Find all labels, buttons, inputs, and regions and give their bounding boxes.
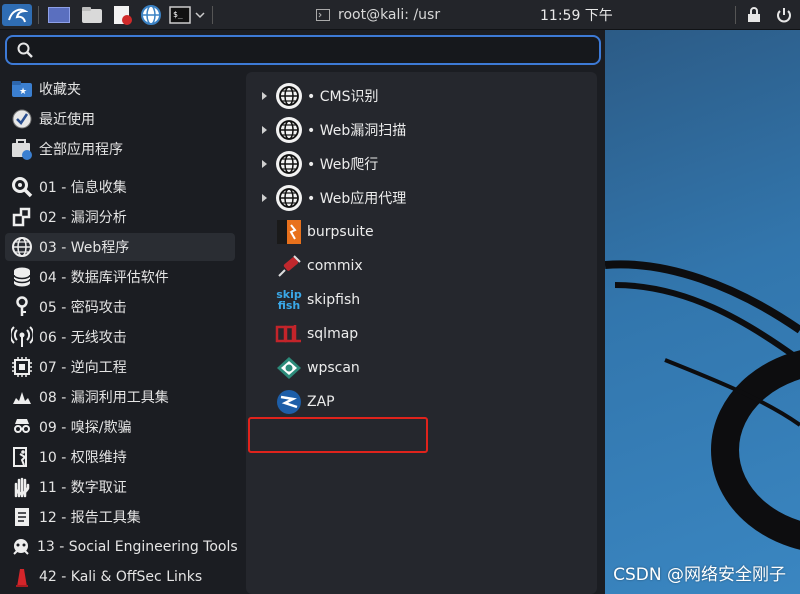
top-panel: $_ root@kali: /usr 11:59 下午: [0, 0, 800, 30]
app-commix[interactable]: commix: [274, 250, 363, 282]
expand-arrow-icon[interactable]: [256, 91, 274, 101]
app-wpscan[interactable]: wpscan: [274, 352, 360, 384]
window-title: root@kali: /usr: [338, 7, 441, 23]
category-02[interactable]: 02 - 漏洞分析: [5, 203, 235, 231]
app-skipfish[interactable]: skip fish skipfish: [274, 284, 360, 316]
app-web-vuln-scan-submenu[interactable]: • Web漏洞扫描: [256, 114, 406, 146]
recent-icon: [10, 107, 34, 131]
category-13[interactable]: 13 - Social Engineering Tools: [5, 533, 238, 561]
kali-links-icon: [10, 565, 34, 589]
web-apps-icon: [10, 235, 34, 259]
database-icon: [10, 265, 34, 289]
terminal-icon[interactable]: $_: [168, 4, 192, 26]
category-10[interactable]: 10 - 权限维持: [5, 443, 235, 471]
commix-icon: [274, 251, 304, 281]
search-icon: [17, 42, 33, 58]
desktop-wallpaper: [605, 30, 800, 594]
globe-icon: [274, 183, 304, 213]
lock-icon[interactable]: [745, 4, 763, 26]
expand-arrow-icon[interactable]: [256, 193, 274, 203]
clock[interactable]: 11:59 下午: [540, 0, 613, 30]
info-gathering-icon: [10, 175, 34, 199]
category-12[interactable]: 12 - 报告工具集: [5, 503, 235, 531]
app-web-crawl-submenu[interactable]: • Web爬行: [256, 148, 378, 180]
search-input[interactable]: [33, 38, 599, 62]
app-zap[interactable]: ZAP: [274, 386, 335, 418]
globe-icon: [274, 149, 304, 179]
wpscan-icon: [274, 353, 304, 383]
reporting-icon: [10, 505, 34, 529]
app-web-proxy-submenu[interactable]: • Web应用代理: [256, 182, 406, 214]
chevron-down-icon[interactable]: [193, 4, 207, 26]
app-sqlmap[interactable]: sqlmap: [274, 318, 358, 350]
browser-icon[interactable]: [138, 4, 164, 26]
terminal-small-icon: [316, 9, 330, 21]
watermark: CSDN @网络安全刚子: [613, 565, 786, 585]
active-window-button[interactable]: root@kali: /usr: [316, 0, 440, 30]
category-11[interactable]: 11 - 数字取证: [5, 473, 235, 501]
reverse-engineering-icon: [10, 355, 34, 379]
all-apps-icon: [10, 137, 34, 161]
globe-icon: [274, 115, 304, 145]
application-menu: ★ 收藏夹 最近使用 全部应用程序 01 - 信息收集 02 - 漏洞分析 03…: [0, 30, 605, 594]
category-all-apps[interactable]: 全部应用程序: [5, 135, 235, 163]
zap-highlight-box: [248, 417, 428, 453]
kali-dragon-wallpaper: [605, 260, 800, 550]
svg-text:$_: $_: [173, 10, 183, 19]
social-engineering-icon: [10, 535, 32, 559]
workspace-icon[interactable]: [46, 4, 72, 26]
category-42[interactable]: 42 - Kali & OffSec Links: [5, 563, 235, 591]
globe-icon: [274, 81, 304, 111]
skipfish-icon: skip fish: [276, 288, 302, 312]
app-cms-submenu[interactable]: • CMS识别: [256, 80, 378, 112]
expand-arrow-icon[interactable]: [256, 159, 274, 169]
category-favorites[interactable]: ★ 收藏夹: [5, 75, 235, 103]
forensics-icon: [10, 475, 34, 499]
zap-icon: [274, 387, 304, 417]
sqlmap-icon: [274, 319, 304, 349]
search-bar[interactable]: [5, 35, 601, 65]
category-06[interactable]: 06 - 无线攻击: [5, 323, 235, 351]
category-recent[interactable]: 最近使用: [5, 105, 235, 133]
category-05[interactable]: 05 - 密码攻击: [5, 293, 235, 321]
post-exploitation-icon: [10, 445, 34, 469]
category-01[interactable]: 01 - 信息收集: [5, 173, 235, 201]
category-list: ★ 收藏夹 最近使用 全部应用程序 01 - 信息收集 02 - 漏洞分析 03…: [0, 73, 240, 594]
category-09[interactable]: 09 - 嗅探/欺骗: [5, 413, 235, 441]
category-07[interactable]: 07 - 逆向工程: [5, 353, 235, 381]
text-editor-icon[interactable]: [110, 4, 134, 26]
vuln-analysis-icon: [10, 205, 34, 229]
file-manager-icon[interactable]: [80, 4, 104, 26]
power-icon[interactable]: [775, 4, 793, 26]
category-04[interactable]: 04 - 数据库评估软件: [5, 263, 235, 291]
wireless-icon: [10, 325, 34, 349]
password-icon: [10, 295, 34, 319]
expand-arrow-icon[interactable]: [256, 125, 274, 135]
sniffing-icon: [10, 415, 34, 439]
exploitation-icon: [10, 385, 34, 409]
app-burpsuite[interactable]: burpsuite: [274, 216, 374, 248]
svg-text:★: ★: [19, 87, 27, 97]
burpsuite-icon: [274, 217, 304, 247]
app-list-panel: • CMS识别 • Web漏洞扫描 • Web爬行 • Web应用代理 burp…: [246, 72, 597, 594]
category-08[interactable]: 08 - 漏洞利用工具集: [5, 383, 235, 411]
category-03[interactable]: 03 - Web程序: [5, 233, 235, 261]
favorites-icon: ★: [10, 77, 34, 101]
kali-dragon-icon[interactable]: [2, 4, 32, 26]
